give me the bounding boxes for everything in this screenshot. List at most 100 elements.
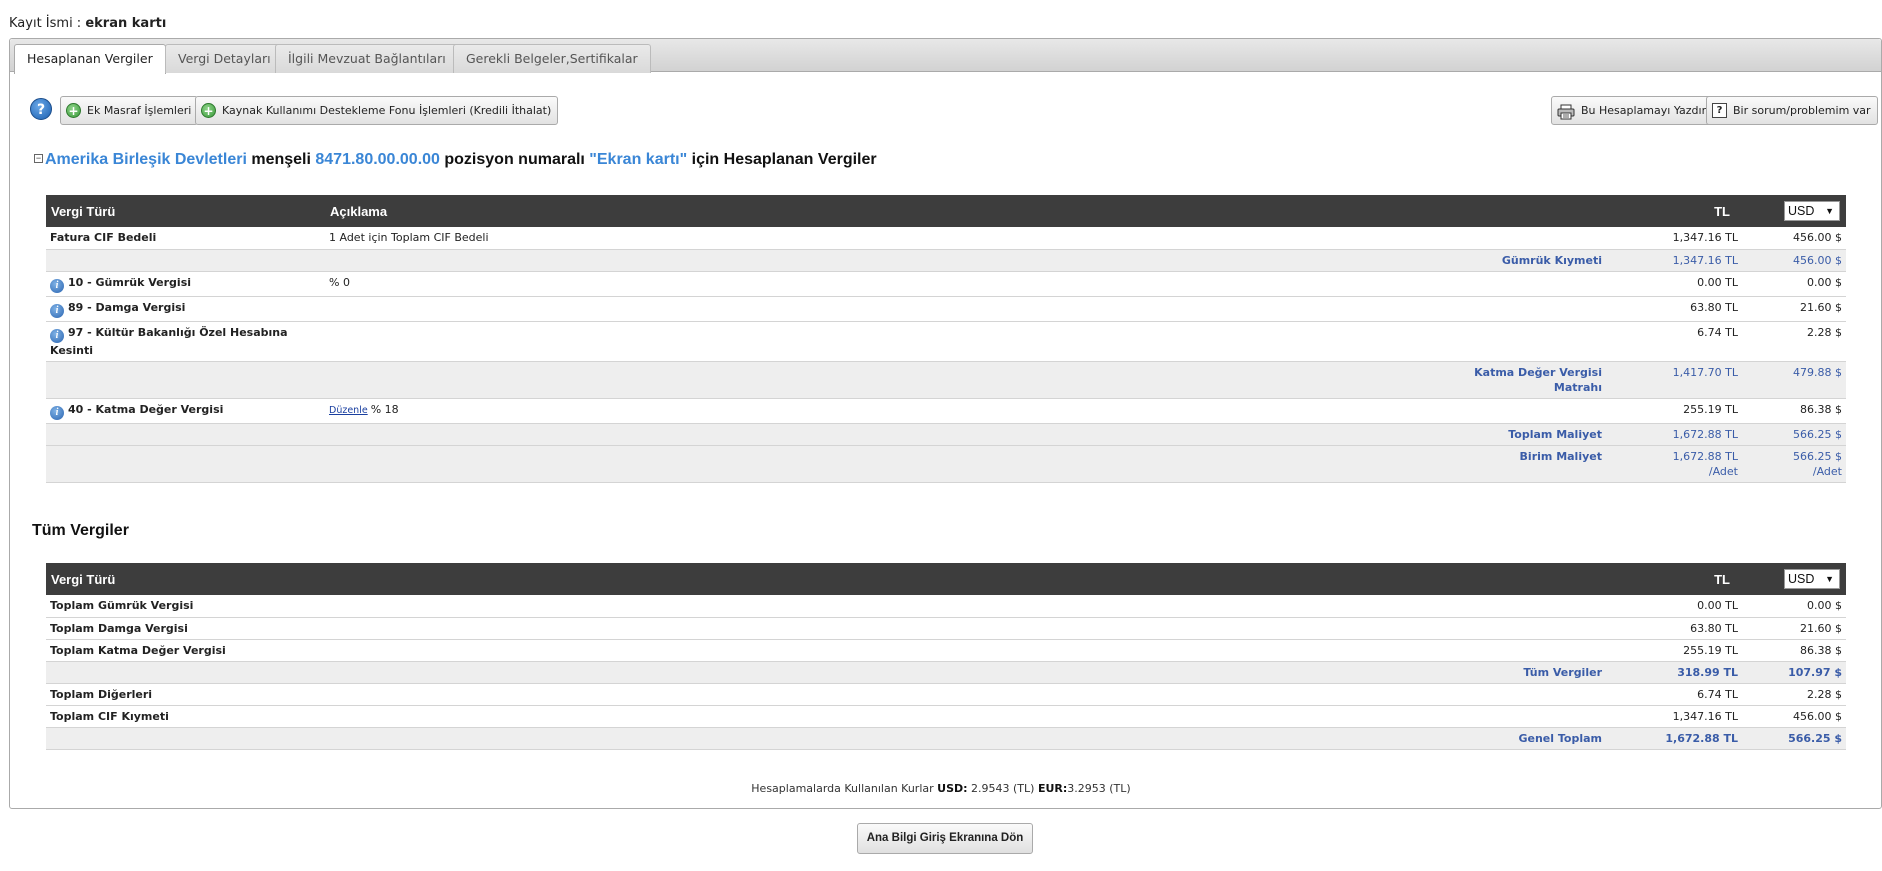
row-usd: 0.00 $ [1742, 595, 1846, 618]
record-label: Kayıt İsmi : [9, 16, 82, 31]
table-subtotal-row: Genel Toplam 1,672.88 TL 566.25 $ [46, 727, 1846, 750]
row-tl: 1,672.88 TL [1612, 423, 1742, 446]
tab-gerekli-belgeler[interactable]: Gerekli Belgeler,Sertifikalar [453, 44, 651, 73]
table-row: i 40 - Katma Değer Vergisi Düzenle% 18 25… [46, 398, 1846, 424]
row-tl: 63.80 TL [1612, 296, 1742, 322]
question-icon: ? [1712, 103, 1727, 118]
col-vergi-turu: Vergi Türü [46, 195, 325, 227]
subtotal-label-cell: Katma Değer Vergisi Matrahı [325, 361, 1612, 399]
heading-text-2: pozisyon numaralı [439, 151, 590, 168]
subtotal-label: Birim Maliyet [325, 445, 1612, 483]
row-tl: 63.80 TL [1612, 617, 1742, 640]
currency-select[interactable]: USD ▼ [1784, 201, 1840, 221]
row-name: Toplam Gümrük Vergisi [46, 595, 1612, 618]
info-icon[interactable]: i [50, 405, 64, 420]
row-usd: 86.38 $ [1742, 639, 1846, 662]
row-desc [325, 321, 1612, 362]
empty-cell [46, 249, 325, 272]
kkdf-button[interactable]: + Kaynak Kullanımı Destekleme Fonu İşlem… [195, 96, 559, 125]
exchange-rates: Hesaplamalarda Kullanılan Kurlar USD: 2.… [0, 782, 1882, 795]
table-row: i 89 - Damga Vergisi 63.80 TL 21.60 $ [46, 296, 1846, 322]
row-tl-cell: 1,672.88 TL/Adet [1612, 445, 1742, 483]
row-tl: 1,672.88 TL [1672, 449, 1738, 463]
row-usd: 456.00 $ [1742, 705, 1846, 728]
table-row: Fatura CIF Bedeli 1 Adet için Toplam CIF… [46, 227, 1846, 250]
row-tl: 1,417.70 TL [1612, 361, 1742, 399]
empty-cell [46, 445, 325, 483]
tab-bar: Hesaplanan Vergiler Vergi Detayları İlgi… [10, 39, 1881, 74]
currency-select[interactable]: USD ▼ [1784, 569, 1840, 589]
all-taxes-table: Vergi Türü TL USD ▼ Toplam Gümrük Vergisi… [46, 563, 1846, 750]
row-name: Toplam Damga Vergisi [46, 617, 1612, 640]
row-usd: 2.28 $ [1742, 321, 1846, 362]
subtotal-label: Gümrük Kıymeti [325, 249, 1612, 272]
table-subtotal-row: Toplam Maliyet 1,672.88 TL 566.25 $ [46, 423, 1846, 446]
row-name: 10 - Gümrük Vergisi [68, 275, 192, 289]
row-name: 97 - Kültür Bakanlığı Özel Hesabına Kesi… [50, 325, 288, 357]
table-row: Toplam Katma Değer Vergisi 255.19 TL 86.… [46, 639, 1846, 662]
table-subtotal-row: Tüm Vergiler 318.99 TL 107.97 $ [46, 661, 1846, 684]
col-tl: TL [1612, 563, 1742, 595]
row-name: Toplam CIF Kıymeti [46, 705, 1612, 728]
row-usd: 566.25 $ [1793, 449, 1842, 463]
info-icon[interactable]: i [50, 303, 64, 318]
table-row: Toplam Damga Vergisi 63.80 TL 21.60 $ [46, 617, 1846, 640]
back-to-main-button[interactable]: Ana Bilgi Giriş Ekranına Dön [857, 823, 1033, 854]
extra-expense-button[interactable]: + Ek Masraf İşlemleri [60, 96, 199, 125]
all-taxes-header: Vergi Türü TL USD ▼ [46, 563, 1846, 595]
row-desc-cell: Düzenle% 18 [325, 398, 1612, 424]
col-currency: USD ▼ [1742, 563, 1846, 595]
row-name-cell: i 89 - Damga Vergisi [46, 296, 325, 322]
row-name: Fatura CIF Bedeli [46, 227, 325, 250]
row-usd: 21.60 $ [1742, 296, 1846, 322]
info-icon[interactable]: i [50, 278, 64, 293]
record-name: Kayıt İsmi : ekran kartı [9, 16, 166, 31]
row-name-cell: i 40 - Katma Değer Vergisi [46, 398, 325, 424]
row-name: 89 - Damga Vergisi [68, 300, 186, 314]
row-usd: 456.00 $ [1742, 249, 1846, 272]
heading-product: "Ekran kartı" [589, 151, 688, 168]
tab-hesaplanan-vergiler[interactable]: Hesaplanan Vergiler [14, 44, 166, 74]
row-usd: 0.00 $ [1742, 271, 1846, 297]
row-name: Toplam Diğerleri [46, 683, 1612, 706]
question-button[interactable]: ? Bir sorum/problemim var [1706, 96, 1878, 125]
heading-text-1: menşeli [246, 151, 316, 168]
row-name: 40 - Katma Değer Vergisi [68, 402, 224, 416]
subtotal-label: Genel Toplam [46, 727, 1612, 750]
subtotal-label: Toplam Maliyet [325, 423, 1612, 446]
rates-prefix: Hesaplamalarda Kullanılan Kurlar [751, 782, 934, 795]
table-subtotal-row: Birim Maliyet 1,672.88 TL/Adet 566.25 $ /… [46, 445, 1846, 483]
edit-link[interactable]: Düzenle [329, 405, 368, 416]
row-usd: 566.25 $ [1742, 727, 1846, 750]
row-usd-unit: /Adet [1812, 464, 1842, 478]
row-desc: 1 Adet için Toplam CIF Bedeli [325, 227, 1612, 250]
usd-label: USD: [937, 782, 968, 795]
row-tl: 6.74 TL [1612, 683, 1742, 706]
row-usd: 2.28 $ [1742, 683, 1846, 706]
calc-table: Vergi Türü Açıklama TL USD ▼ Fatura CIF B… [46, 195, 1846, 483]
row-tl-unit: /Adet [1708, 464, 1738, 478]
row-tl: 1,347.16 TL [1612, 227, 1742, 250]
tab-ilgili-mevzuat[interactable]: İlgili Mevzuat Bağlantıları [275, 44, 459, 73]
table-row: i 10 - Gümrük Vergisi % 0 0.00 TL 0.00 $ [46, 271, 1846, 297]
col-currency: USD ▼ [1742, 195, 1846, 227]
row-usd: 566.25 $ [1742, 423, 1846, 446]
empty-cell [46, 361, 325, 399]
table-row: Toplam CIF Kıymeti 1,347.16 TL 456.00 $ [46, 705, 1846, 728]
table-subtotal-row: Katma Değer Vergisi Matrahı 1,417.70 TL … [46, 361, 1846, 399]
row-desc: % 0 [325, 271, 1612, 297]
row-tl: 255.19 TL [1612, 639, 1742, 662]
table-subtotal-row: Gümrük Kıymeti 1,347.16 TL 456.00 $ [46, 249, 1846, 272]
print-button[interactable]: Bu Hesaplamayı Yazdır [1551, 96, 1714, 125]
currency-value: USD [1788, 204, 1815, 218]
info-icon[interactable]: i [50, 328, 64, 343]
row-tl: 0.00 TL [1612, 271, 1742, 297]
row-usd: 456.00 $ [1742, 227, 1846, 250]
row-usd: 21.60 $ [1742, 617, 1846, 640]
row-tl: 255.19 TL [1612, 398, 1742, 424]
collapse-icon[interactable]: − [34, 154, 43, 163]
help-icon[interactable]: ? [30, 98, 52, 120]
tab-vergi-detaylari[interactable]: Vergi Detayları [165, 44, 284, 73]
print-label: Bu Hesaplamayı Yazdır [1581, 104, 1707, 117]
row-tl: 318.99 TL [1612, 661, 1742, 684]
